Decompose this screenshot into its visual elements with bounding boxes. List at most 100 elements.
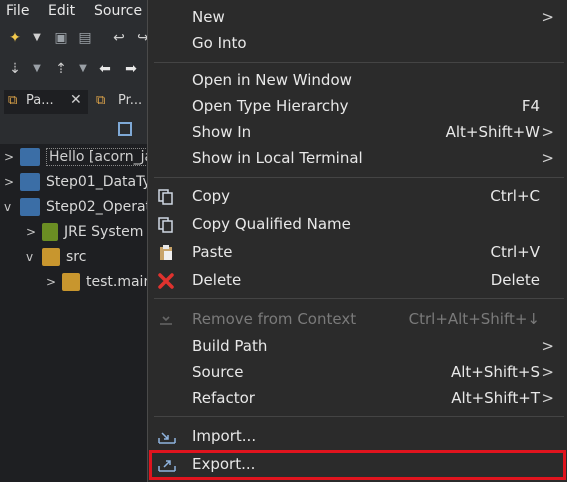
tree-item-label: test.main	[86, 274, 153, 290]
menu-separator	[154, 298, 564, 299]
shortcut-label: Ctrl+Alt+Shift+↓	[408, 310, 540, 328]
tree-item-project[interactable]: > Step01_DataTy	[0, 171, 151, 195]
tab-label: Pr...	[118, 93, 143, 108]
menu-item-open-type-hierarchy[interactable]: Open Type Hierarchy F4	[148, 94, 567, 120]
export-highlight-box	[149, 450, 566, 480]
menu-edit[interactable]: Edit	[48, 3, 75, 19]
menu-file[interactable]: File	[6, 3, 29, 19]
copy-icon	[158, 189, 174, 205]
menu-item-remove-from-context: Remove from Context Ctrl+Alt+Shift+↓	[148, 307, 567, 333]
menu-separator	[154, 177, 564, 178]
menu-item-label: Import...	[192, 427, 257, 445]
shortcut-label: Alt+Shift+W	[445, 123, 540, 141]
menu-separator	[154, 416, 564, 417]
menu-source[interactable]: Source	[94, 3, 142, 19]
library-icon	[42, 223, 58, 241]
menu-item-show-local-terminal[interactable]: Show in Local Terminal >	[148, 146, 567, 172]
view-toolbar	[0, 118, 150, 144]
menu-item-label: Refactor	[192, 389, 255, 407]
menu-item-show-in[interactable]: Show In Alt+Shift+W >	[148, 120, 567, 146]
java-project-icon	[20, 198, 40, 216]
submenu-arrow-icon: >	[541, 8, 554, 26]
tree-item-project[interactable]: > Hello [acorn_ja	[0, 146, 157, 170]
next-annotation-icon[interactable]: ⇣	[6, 60, 24, 78]
menu-item-label: Copy Qualified Name	[192, 215, 351, 233]
tree-item-project[interactable]: v Step02_Operat	[0, 196, 152, 220]
shortcut-label: Alt+Shift+T	[451, 389, 540, 407]
dropdown-arrow-icon[interactable]: ▼	[28, 60, 46, 78]
tab-package-explorer[interactable]: ⧉ Pa... ✕	[4, 90, 88, 114]
back-icon[interactable]: ⬅	[96, 60, 114, 78]
menu-item-label: Open in New Window	[192, 71, 352, 89]
ide-window: File Edit Source ✦ ▼ ▣ ▤ ↩ ↪ ⇣ ▼ ⇡ ▼ ⬅ ➡…	[0, 0, 157, 482]
tree-item-label: JRE System	[64, 224, 144, 240]
menu-item-open-new-window[interactable]: Open in New Window	[148, 68, 567, 94]
save-all-icon[interactable]: ▤	[76, 29, 94, 47]
view-tabs: ⧉ Pa... ✕ ⧉ Pr...	[0, 84, 150, 119]
shortcut-label: Delete	[490, 271, 540, 289]
collapse-all-icon[interactable]	[118, 122, 132, 136]
dropdown-arrow-icon[interactable]: ▼	[74, 60, 92, 78]
source-folder-icon	[42, 248, 60, 266]
save-icon[interactable]: ▣	[52, 29, 70, 47]
chevron-right-icon[interactable]: >	[46, 275, 58, 289]
prev-annotation-icon[interactable]: ⇡	[52, 60, 70, 78]
import-icon	[158, 429, 176, 445]
menu-item-label: Build Path	[192, 337, 268, 355]
menu-bar: File Edit Source	[0, 0, 150, 22]
submenu-arrow-icon: >	[541, 363, 554, 381]
paste-icon	[158, 245, 174, 261]
menu-item-copy[interactable]: Copy Ctrl+C	[148, 184, 567, 210]
menu-item-label: Source	[192, 363, 244, 381]
tree-item-label: Step01_DataTy	[46, 174, 151, 190]
menu-item-label: Copy	[192, 187, 231, 205]
chevron-right-icon[interactable]: >	[4, 175, 16, 189]
tree-item-package[interactable]: > test.main	[0, 271, 153, 295]
menu-item-new[interactable]: New >	[148, 5, 567, 31]
menu-item-source[interactable]: Source Alt+Shift+S >	[148, 360, 567, 386]
submenu-arrow-icon: >	[541, 149, 554, 167]
package-tree: > Hello [acorn_ja > Step01_DataTy v Step…	[0, 144, 157, 482]
submenu-arrow-icon: >	[541, 123, 554, 141]
menu-item-paste[interactable]: Paste Ctrl+V	[148, 240, 567, 266]
menu-item-label: New	[192, 8, 225, 26]
chevron-down-icon[interactable]: v	[4, 200, 16, 214]
dropdown-arrow-icon[interactable]: ▼	[28, 29, 46, 47]
tree-item-library[interactable]: > JRE System	[0, 221, 150, 245]
chevron-right-icon[interactable]: >	[4, 150, 16, 164]
tree-item-label: src	[66, 249, 87, 265]
tree-item-label: Hello [acorn_ja	[46, 148, 157, 166]
menu-item-label: Delete	[192, 271, 242, 289]
tree-item-source-folder[interactable]: v src	[0, 246, 150, 270]
chevron-right-icon[interactable]: >	[26, 225, 38, 239]
menu-item-label: Show in Local Terminal	[192, 149, 363, 167]
java-project-icon	[20, 173, 40, 191]
tab-project-explorer[interactable]: ⧉ Pr...	[94, 90, 150, 114]
menu-item-go-into[interactable]: Go Into	[148, 31, 567, 57]
menu-item-label: Paste	[192, 243, 233, 261]
menu-item-build-path[interactable]: Build Path >	[148, 334, 567, 360]
tree-item-label: Step02_Operat	[46, 199, 152, 215]
shortcut-label: Ctrl+C	[490, 187, 540, 205]
menu-item-import[interactable]: Import...	[148, 424, 567, 450]
delete-icon	[158, 273, 174, 289]
menu-separator	[154, 62, 564, 63]
menu-item-delete[interactable]: Delete Delete	[148, 268, 567, 294]
forward-icon[interactable]: ➡	[122, 60, 140, 78]
menu-item-refactor[interactable]: Refactor Alt+Shift+T >	[148, 386, 567, 412]
submenu-arrow-icon: >	[541, 337, 554, 355]
java-project-icon	[20, 148, 40, 166]
menu-item-copy-qualified-name[interactable]: Copy Qualified Name	[148, 212, 567, 238]
chevron-down-icon[interactable]: v	[26, 250, 38, 264]
project-explorer-icon: ⧉	[96, 93, 106, 108]
menu-item-label: Show In	[192, 123, 252, 141]
package-explorer-icon: ⧉	[8, 93, 18, 108]
menu-item-label: Go Into	[192, 34, 247, 52]
close-icon[interactable]: ✕	[70, 92, 82, 108]
menu-item-label: Remove from Context	[192, 310, 357, 328]
shortcut-label: Ctrl+V	[490, 243, 540, 261]
menu-item-label: Open Type Hierarchy	[192, 97, 349, 115]
undo-icon[interactable]: ↩	[110, 29, 128, 47]
new-wizard-icon[interactable]: ✦	[6, 29, 24, 47]
submenu-arrow-icon: >	[541, 389, 554, 407]
